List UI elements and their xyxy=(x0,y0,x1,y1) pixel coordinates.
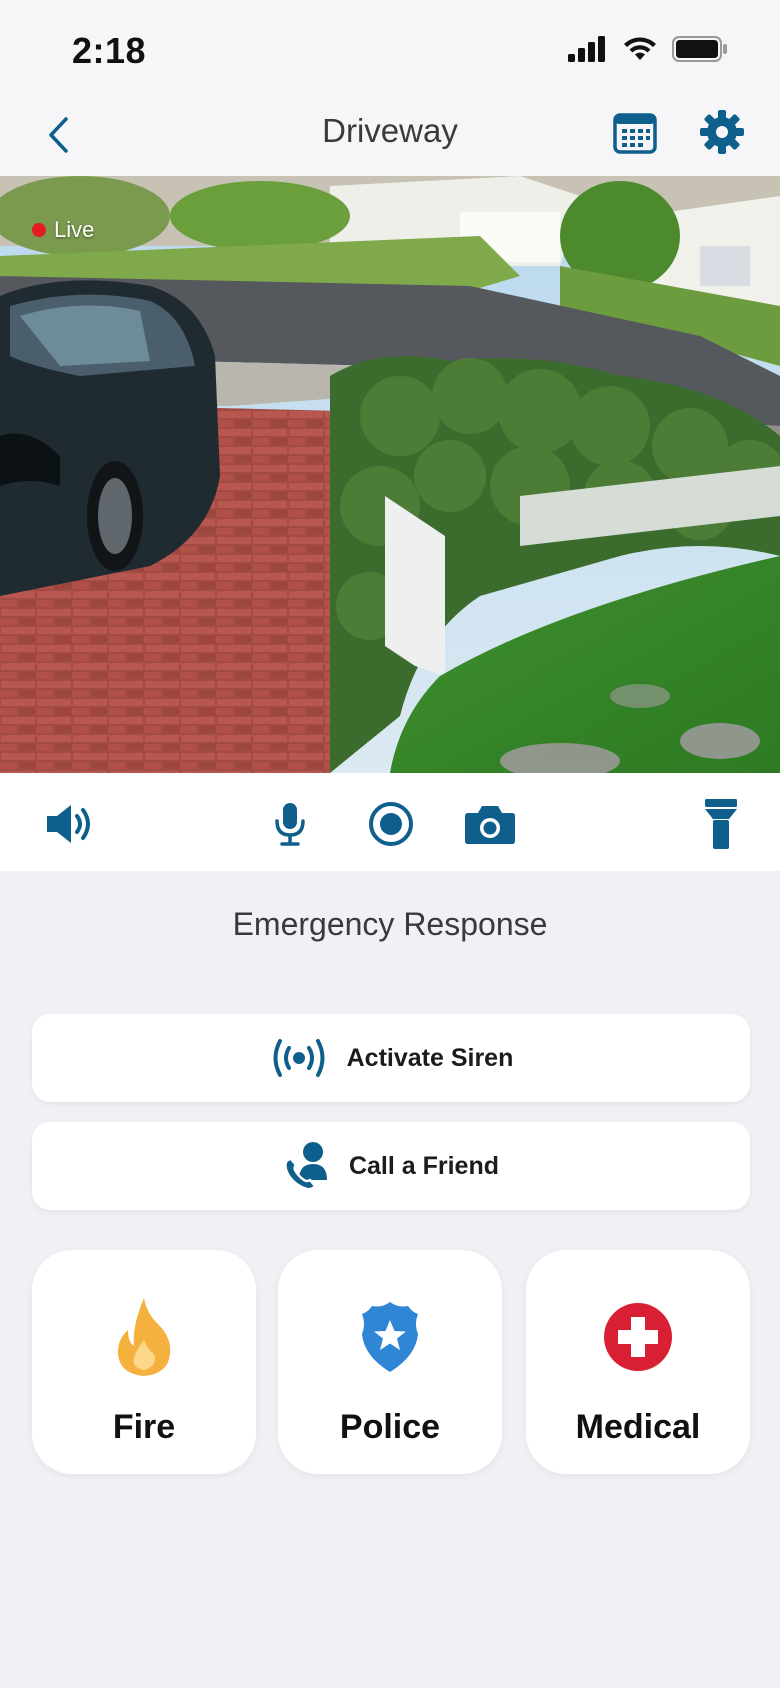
fire-icon-wrap xyxy=(32,1294,256,1380)
section-title: Emergency Response xyxy=(232,906,548,942)
camera-icon xyxy=(465,806,515,844)
page-title: Driveway xyxy=(322,112,458,149)
police-icon-wrap xyxy=(278,1294,502,1380)
microphone-button[interactable] xyxy=(263,797,317,851)
calendar-icon xyxy=(613,113,657,154)
medical-label: Medical xyxy=(575,1408,701,1446)
police-button[interactable]: Police xyxy=(278,1250,502,1474)
police-label: Police xyxy=(339,1408,441,1446)
status-bar: 2:18 xyxy=(0,0,780,94)
flashlight-icon xyxy=(705,799,737,849)
record-button[interactable] xyxy=(364,797,418,851)
status-time: 2:18 xyxy=(72,30,147,71)
wifi-icon xyxy=(624,37,656,60)
navigation-bar: Driveway xyxy=(0,94,780,176)
speaker-icon xyxy=(47,805,90,843)
record-icon xyxy=(369,802,413,846)
live-label: Live xyxy=(54,217,95,242)
battery-icon xyxy=(672,36,727,62)
microphone-icon xyxy=(275,803,305,846)
camera-feed-image xyxy=(0,176,780,773)
flashlight-button[interactable] xyxy=(694,797,748,851)
settings-button[interactable] xyxy=(698,108,746,156)
speaker-button[interactable] xyxy=(43,797,97,851)
cellular-signal-icon xyxy=(568,36,605,62)
medical-cross-icon xyxy=(604,1303,672,1371)
snapshot-button[interactable] xyxy=(463,797,517,851)
live-dot xyxy=(32,223,46,237)
call-a-friend-label: Call a Friend xyxy=(348,1151,500,1180)
status-icons xyxy=(568,36,728,62)
camera-controls xyxy=(0,773,780,871)
medical-icon-wrap xyxy=(526,1294,750,1380)
siren-icon xyxy=(273,1039,325,1077)
activate-siren-label: Activate Siren xyxy=(346,1043,514,1072)
activate-siren-button[interactable]: Activate Siren xyxy=(32,1014,750,1102)
calendar-button[interactable] xyxy=(612,110,658,156)
police-badge-icon xyxy=(362,1302,418,1372)
call-friend-icon xyxy=(284,1142,327,1191)
medical-button[interactable]: Medical xyxy=(526,1250,750,1474)
camera-feed[interactable]: Live xyxy=(0,176,780,773)
gear-icon xyxy=(700,110,744,154)
fire-label: Fire xyxy=(112,1408,176,1446)
call-a-friend-button[interactable]: Call a Friend xyxy=(32,1122,750,1210)
fire-button[interactable]: Fire xyxy=(32,1250,256,1474)
live-indicator: Live xyxy=(32,217,94,243)
flame-icon xyxy=(117,1298,171,1376)
